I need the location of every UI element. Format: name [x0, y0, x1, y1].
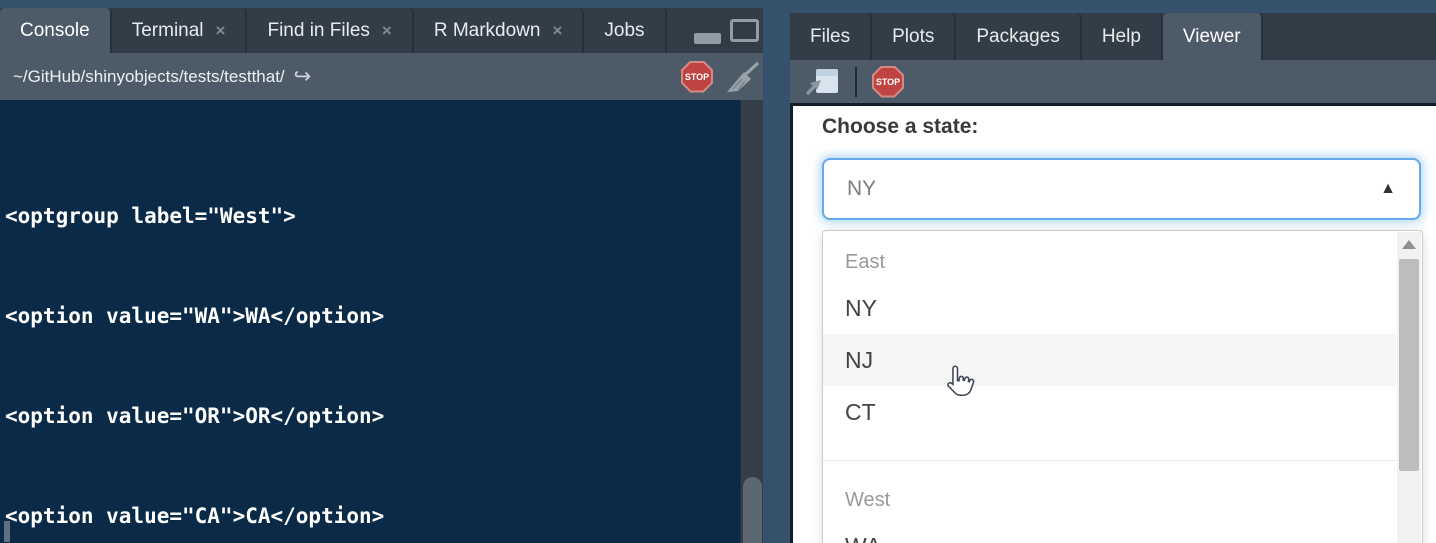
tab-label: Help	[1102, 26, 1141, 48]
caret-up-icon: ▲	[1380, 180, 1396, 198]
viewer-pane-tabbar: Files Plots Packages Help Viewer	[790, 13, 1436, 60]
console-line: <option value="WA">WA</option>	[5, 304, 740, 329]
tab[interactable]: Jobs	[584, 8, 666, 53]
tab-close-icon[interactable]: ×	[552, 21, 562, 41]
dropdown-scrollbar[interactable]	[1397, 232, 1421, 543]
console-line: <option value="OR">OR</option>	[5, 404, 740, 429]
tab[interactable]: Find in Files ×	[247, 8, 413, 53]
console-output[interactable]: <optgroup label="West"> <option value="W…	[0, 100, 740, 543]
tab-label: Find in Files	[267, 20, 369, 42]
console-pane-tabbar: Console Terminal × Find in Files × R Mar…	[0, 8, 763, 53]
dropdown-item[interactable]: East	[823, 231, 1396, 282]
tab[interactable]: Terminal ×	[112, 8, 248, 53]
go-to-directory-icon[interactable]: ↪	[294, 66, 312, 87]
tab[interactable]: Packages	[956, 13, 1081, 60]
dropdown-item[interactable]: West	[823, 460, 1396, 520]
tab-label: Console	[20, 20, 90, 42]
dropdown-options: East NY NJ CT West WA	[823, 231, 1396, 543]
dropdown-item[interactable]: WA	[823, 520, 1396, 543]
select-input-label: Choose a state:	[822, 115, 978, 139]
tab-label: Plots	[892, 26, 934, 48]
tab-close-icon[interactable]: ×	[216, 21, 226, 41]
dropdown-item[interactable]: NJ	[823, 334, 1396, 386]
viewer-web-content: Choose a state: NY ▲ East NY NJ CT West …	[790, 103, 1436, 543]
scrollbar-thumb[interactable]	[1399, 259, 1419, 471]
scrollbar-thumb[interactable]	[743, 477, 762, 543]
tab-label: Packages	[976, 26, 1059, 48]
tab-close-icon[interactable]: ×	[382, 21, 392, 41]
maximize-pane-icon[interactable]	[730, 19, 759, 42]
minimize-pane-icon[interactable]	[694, 33, 721, 44]
state-select-input[interactable]: NY ▲	[822, 158, 1421, 220]
dropdown-item[interactable]: CT	[823, 386, 1396, 438]
open-in-new-window-icon[interactable]	[804, 66, 840, 98]
stop-app-button[interactable]: STOP	[872, 66, 904, 98]
viewer-pane: Files Plots Packages Help Viewer	[790, 0, 1436, 543]
arrow-up-icon	[1402, 240, 1416, 249]
tab[interactable]: R Markdown ×	[414, 8, 585, 53]
tab-label: Files	[810, 26, 850, 48]
tab[interactable]: Files	[790, 13, 872, 60]
dropdown-item[interactable]: NY	[823, 282, 1396, 334]
toolbar-separator	[855, 67, 857, 97]
console-line: <option value="CA">CA</option>	[5, 504, 740, 529]
working-directory-path: ~/GitHub/shinyobjects/tests/testthat/	[13, 67, 285, 87]
state-dropdown-list: East NY NJ CT West WA	[822, 230, 1423, 543]
tab-label: R Markdown	[434, 20, 541, 42]
text-cursor	[4, 521, 10, 542]
selected-value: NY	[847, 177, 876, 201]
console-scrollbar[interactable]	[740, 100, 763, 543]
console-line: <optgroup label="West">	[5, 204, 740, 229]
clear-console-icon[interactable]	[725, 60, 761, 94]
tab[interactable]: Console	[0, 8, 112, 53]
scroll-up-button[interactable]	[1397, 232, 1421, 256]
tab-label: Viewer	[1183, 26, 1241, 48]
interrupt-r-button[interactable]: STOP	[681, 61, 713, 93]
console-pane: Console Terminal × Find in Files × R Mar…	[0, 0, 763, 543]
tab-label: Jobs	[604, 20, 644, 42]
tab[interactable]: Plots	[872, 13, 956, 60]
tab[interactable]: Help	[1082, 13, 1163, 60]
tab[interactable]: Viewer	[1163, 13, 1263, 60]
viewer-toolbar: STOP	[790, 60, 1436, 103]
console-toolbar: ~/GitHub/shinyobjects/tests/testthat/ ↪ …	[0, 53, 763, 100]
pane-window-controls	[686, 8, 759, 53]
tab-label: Terminal	[132, 20, 204, 42]
